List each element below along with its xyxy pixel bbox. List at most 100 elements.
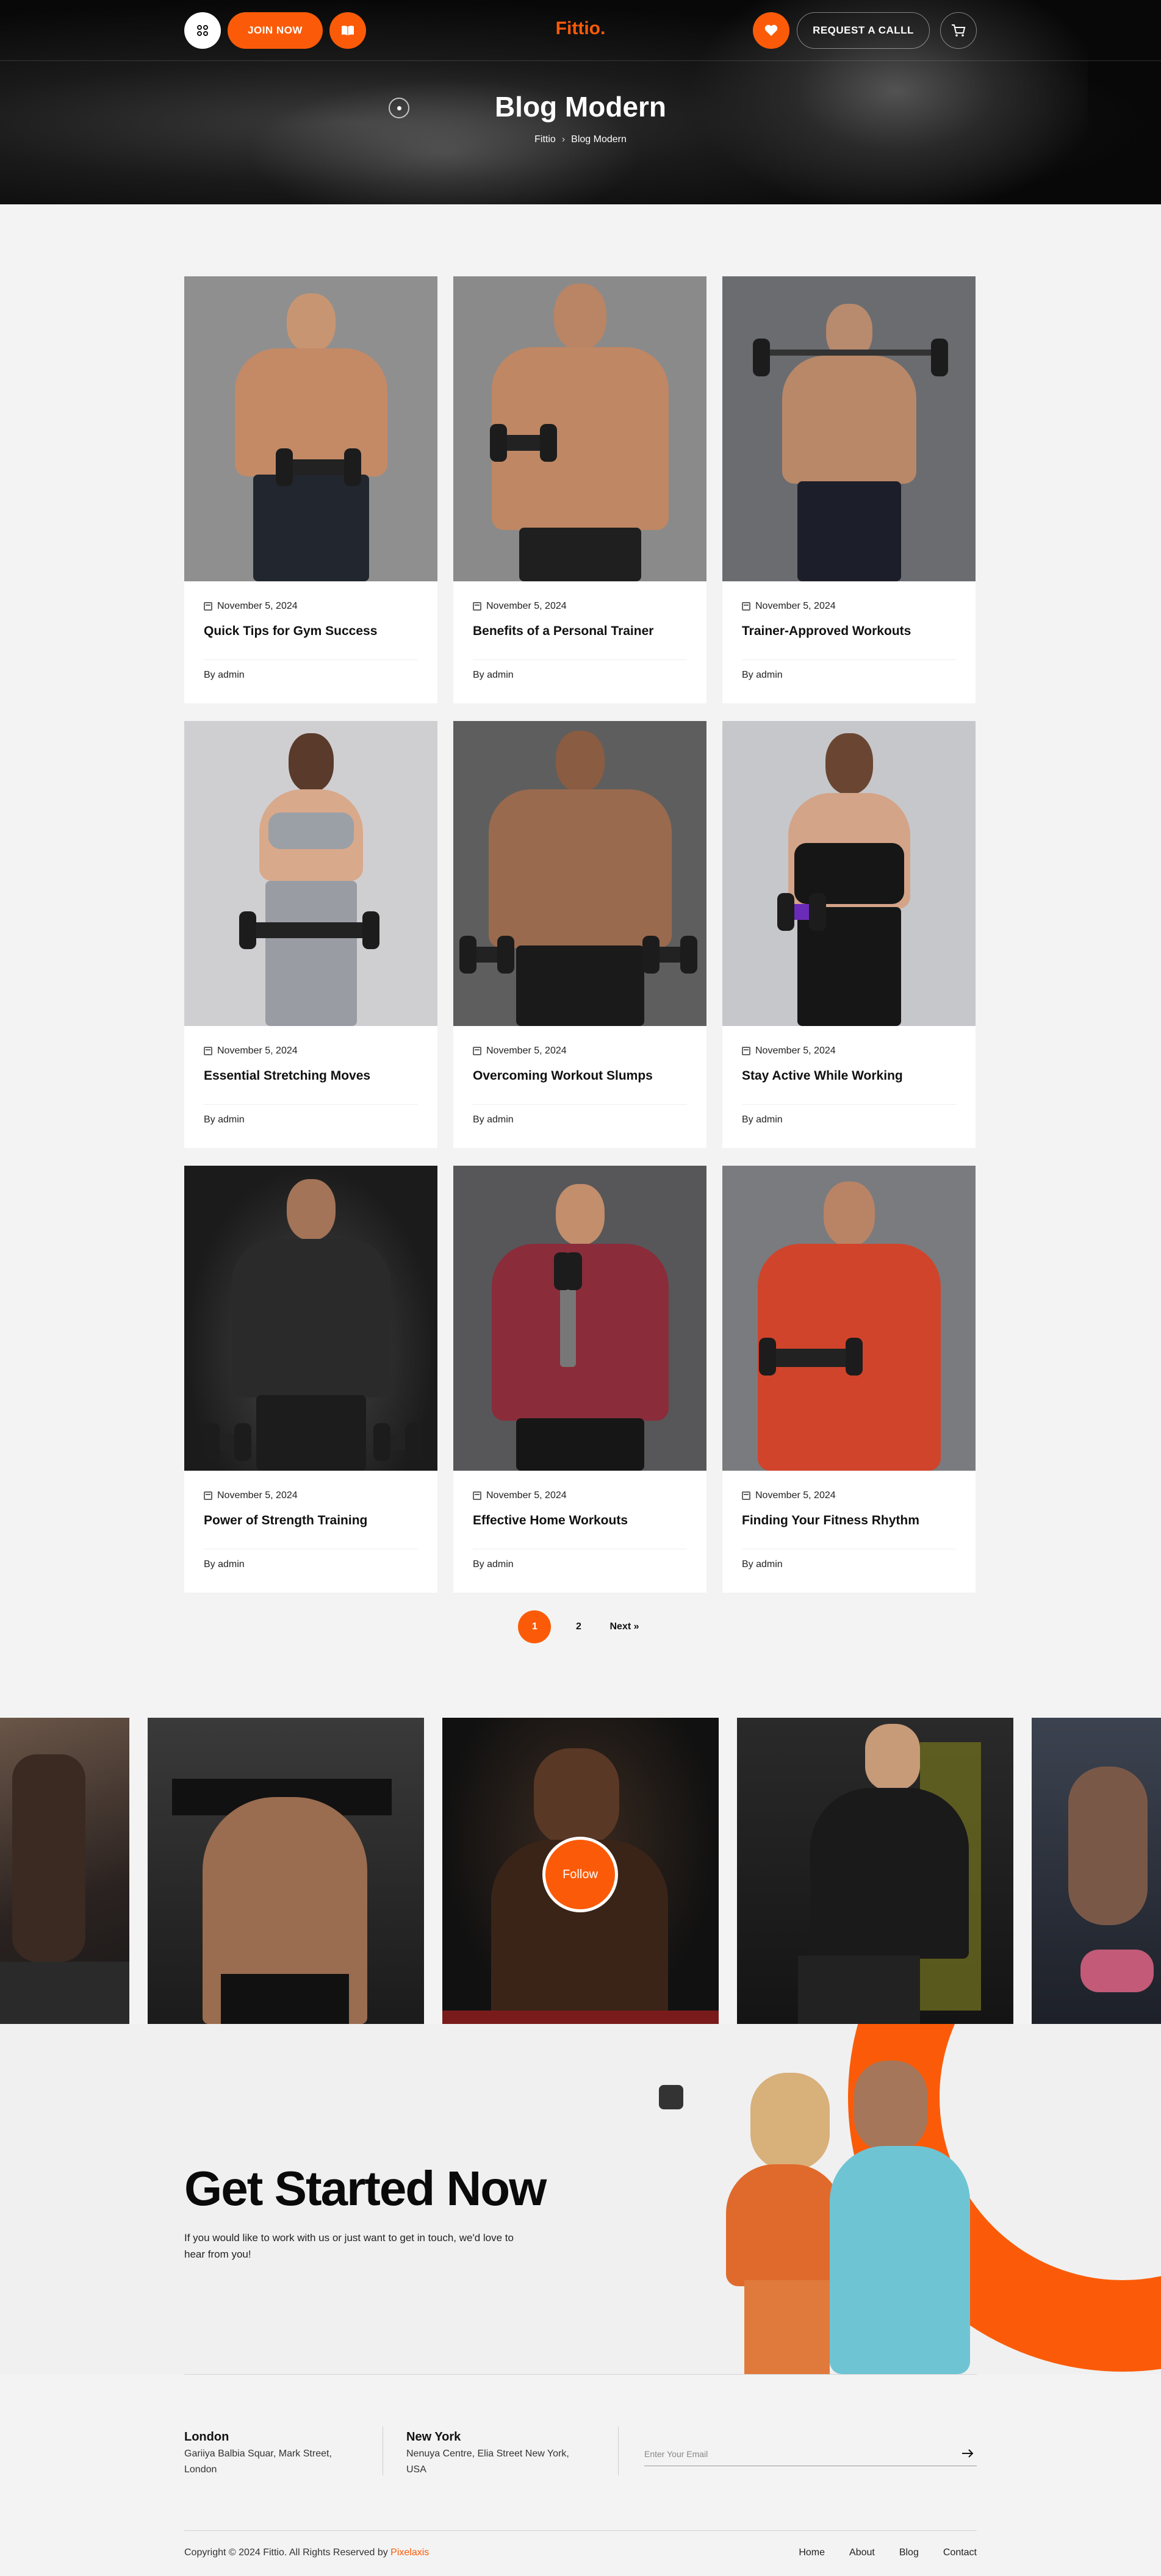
post-title[interactable]: Effective Home Workouts [473,1513,692,1528]
london-address: London Gariiya Balbia Squar, Mark Street… [184,2429,349,2478]
page-1-button[interactable]: 1 [518,1610,552,1643]
get-started-section [0,2024,1161,2374]
calendar-icon [204,1047,212,1055]
footer-divider [184,2530,977,2531]
instagram-follow-button[interactable]: Follow [542,1837,618,1912]
post-title[interactable]: Overcoming Workout Slumps [473,1069,692,1083]
logo-text: Fittio [555,18,600,38]
pagination: 1 2 Next » [0,1610,1161,1643]
footer-nav-home[interactable]: Home [799,2547,825,2558]
blog-card[interactable]: November 5, 2024 Effective Home Workouts… [453,1166,706,1593]
cart-icon [952,24,966,37]
post-thumbnail-image[interactable] [722,721,976,1026]
location-address: Nenuya Centre, Elia Street New York, USA [406,2449,569,2475]
post-author[interactable]: By admin [473,1559,514,1570]
join-now-button[interactable]: JOIN NOW [228,12,323,49]
page-2-button[interactable]: 2 [562,1610,595,1643]
post-date: November 5, 2024 [742,1490,836,1501]
blog-card[interactable]: November 5, 2024 Essential Stretching Mo… [184,721,437,1148]
blog-card[interactable]: November 5, 2024 Power of Strength Train… [184,1166,437,1593]
post-date: November 5, 2024 [473,601,567,612]
request-call-button[interactable]: REQUEST A CALLL [797,12,930,49]
instagram-photo[interactable] [737,1718,1013,2024]
post-thumbnail-image[interactable] [184,1166,437,1471]
card-divider [742,1104,956,1105]
footer-separator [618,2427,619,2475]
post-date: November 5, 2024 [742,1046,836,1057]
post-date: November 5, 2024 [473,1490,567,1501]
post-author[interactable]: By admin [473,1114,514,1125]
post-title[interactable]: Power of Strength Training [204,1513,423,1528]
breadcrumb-separator: › [561,134,566,145]
card-divider [204,659,418,660]
page-title: Blog Modern [494,91,667,123]
breadcrumb-home-link[interactable]: Fittio [534,134,556,145]
location-city: London [184,2430,229,2444]
card-divider [473,1104,687,1105]
book-icon [342,26,354,35]
post-author[interactable]: By admin [742,1559,783,1570]
blog-card[interactable]: November 5, 2024 Quick Tips for Gym Succ… [184,276,437,703]
calendar-icon [473,1047,481,1055]
post-author[interactable]: By admin [742,1114,783,1125]
post-thumbnail-image[interactable] [722,1166,976,1471]
post-thumbnail-image[interactable] [184,721,437,1026]
footer-navigation: Home About Blog Contact [799,2547,977,2558]
footer-nav-about[interactable]: About [849,2547,875,2558]
post-title[interactable]: Stay Active While Working [742,1069,962,1083]
instagram-photo[interactable] [1032,1718,1161,2024]
cta-description: If you would like to work with us or jus… [184,2232,514,2260]
blog-card[interactable]: November 5, 2024 Finding Your Fitness Rh… [722,1166,976,1593]
post-author[interactable]: By admin [204,1114,245,1125]
blog-card[interactable]: November 5, 2024 Benefits of a Personal … [453,276,706,703]
grid-menu-button[interactable] [184,12,221,49]
newsletter-email-input[interactable] [644,2442,977,2466]
page-header: JOIN NOW Fittio. REQUEST A CALLL Blog Mo… [0,0,1161,204]
blog-card[interactable]: November 5, 2024 Overcoming Workout Slum… [453,721,706,1148]
calendar-icon [473,1491,481,1500]
wishlist-button[interactable] [753,12,789,49]
post-thumbnail-image[interactable] [184,276,437,581]
post-author[interactable]: By admin [204,1559,245,1570]
copyright-text: Copyright © 2024 Fittio. All Rights Rese… [184,2547,430,2558]
book-button[interactable] [329,12,366,49]
instagram-photo[interactable] [148,1718,424,2024]
breadcrumb: Fittio › Blog Modern [0,134,1161,145]
next-page-link[interactable]: Next » [606,1621,642,1632]
post-author[interactable]: By admin [742,670,783,681]
post-thumbnail-image[interactable] [453,1166,706,1471]
post-thumbnail-image[interactable] [453,276,706,581]
post-thumbnail-image[interactable] [722,276,976,581]
copyright-brand-link[interactable]: Pixelaxis [390,2547,429,2558]
card-divider [204,1104,418,1105]
post-title[interactable]: Finding Your Fitness Rhythm [742,1513,962,1528]
post-title[interactable]: Benefits of a Personal Trainer [473,624,692,639]
post-title[interactable]: Trainer-Approved Workouts [742,624,962,639]
post-author[interactable]: By admin [204,670,245,681]
instagram-photo[interactable] [0,1718,129,2024]
post-title[interactable]: Quick Tips for Gym Success [204,624,423,639]
calendar-icon [204,1491,212,1500]
post-date: November 5, 2024 [473,1046,567,1057]
site-logo[interactable]: Fittio. [549,18,612,39]
calendar-icon [742,602,750,611]
new-york-address: New York Nenuya Centre, Elia Street New … [406,2429,583,2478]
post-date: November 5, 2024 [204,601,298,612]
arrow-right-icon[interactable] [960,2446,975,2461]
post-thumbnail-image[interactable] [453,721,706,1026]
blog-card[interactable]: November 5, 2024 Trainer-Approved Workou… [722,276,976,703]
cta-heading: Get Started Now [184,2161,547,2215]
cart-button[interactable] [940,12,977,49]
calendar-icon [204,602,212,611]
calendar-icon [742,1491,750,1500]
calendar-icon [473,602,481,611]
card-divider [742,659,956,660]
breadcrumb-current: Blog Modern [571,134,627,145]
calendar-icon [742,1047,750,1055]
location-city: New York [406,2430,461,2444]
blog-card[interactable]: November 5, 2024 Stay Active While Worki… [722,721,976,1148]
post-author[interactable]: By admin [473,670,514,681]
post-title[interactable]: Essential Stretching Moves [204,1069,423,1083]
footer-nav-contact[interactable]: Contact [943,2547,977,2558]
footer-nav-blog[interactable]: Blog [899,2547,919,2558]
